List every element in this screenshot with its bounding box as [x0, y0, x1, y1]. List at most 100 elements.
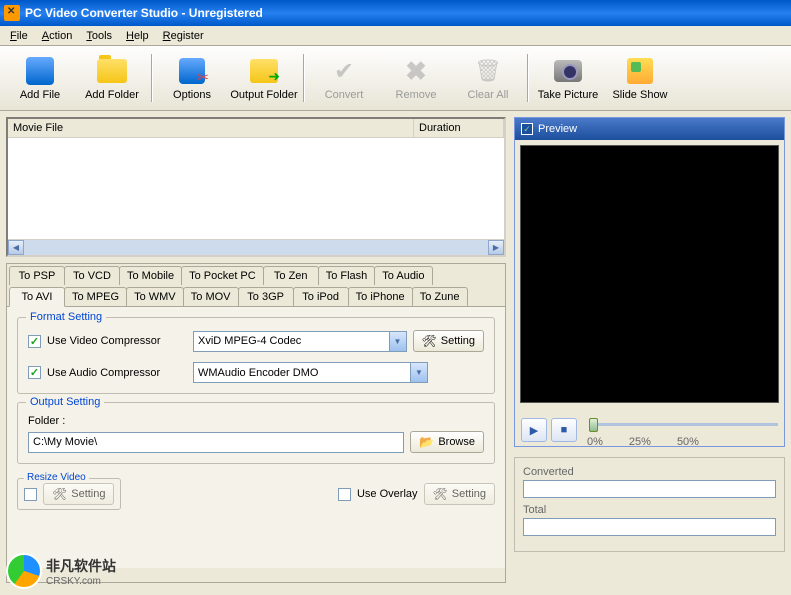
- output-folder-input[interactable]: [28, 432, 404, 453]
- file-list-body[interactable]: [8, 138, 504, 239]
- menu-tools[interactable]: Tools: [80, 28, 118, 44]
- use-overlay-checkbox[interactable]: ✓: [338, 488, 351, 501]
- resize-video-group: Resize Video ✓ 🛠 Setting: [17, 478, 121, 510]
- convert-button[interactable]: ✔ Convert: [308, 48, 380, 108]
- tab-to-flash[interactable]: To Flash: [318, 266, 376, 285]
- wrench-icon: 🛠: [52, 487, 67, 501]
- tab-to-zune[interactable]: To Zune: [412, 287, 468, 306]
- camera-icon: [552, 55, 584, 87]
- column-duration[interactable]: Duration: [414, 119, 504, 137]
- output-folder-icon: [248, 55, 280, 87]
- total-label: Total: [523, 504, 776, 516]
- tab-to-3gp[interactable]: To 3GP: [238, 287, 294, 306]
- browse-button[interactable]: 📂 Browse: [410, 431, 484, 453]
- tab-row-1: To PSP To VCD To Mobile To Pocket PC To …: [9, 266, 505, 285]
- watermark: 非凡软件站 CRSKY.com: [6, 553, 116, 589]
- slideshow-icon: [624, 55, 656, 87]
- folder-label: Folder :: [28, 415, 484, 427]
- resize-setting-button[interactable]: 🛠 Setting: [43, 483, 114, 505]
- tab-to-mobile[interactable]: To Mobile: [119, 266, 182, 285]
- titlebar: PC Video Converter Studio - Unregistered: [0, 0, 791, 26]
- use-video-compressor-label: Use Video Compressor: [47, 335, 187, 347]
- wrench-icon: 🛠: [433, 487, 448, 501]
- converted-progress-bar: [523, 480, 776, 498]
- tab-to-pocket-pc[interactable]: To Pocket PC: [181, 266, 264, 285]
- tab-to-psp[interactable]: To PSP: [9, 266, 65, 285]
- use-audio-compressor-checkbox[interactable]: ✓: [28, 366, 41, 379]
- preview-panel: ✓ Preview ▶ ■ 0% 25% 50%: [514, 117, 785, 447]
- slider-thumb[interactable]: [589, 418, 598, 432]
- file-list: Movie File Duration ◀ ▶: [6, 117, 506, 257]
- use-overlay-label: Use Overlay: [357, 488, 418, 500]
- separator: [527, 54, 529, 102]
- convert-icon: ✔: [328, 55, 360, 87]
- folder-open-icon: 📂: [419, 435, 434, 449]
- tab-to-vcd[interactable]: To VCD: [64, 266, 120, 285]
- tab-body: Format Setting ✓ Use Video Compressor Xv…: [7, 306, 505, 568]
- app-icon: [4, 5, 20, 21]
- play-button[interactable]: ▶: [521, 418, 547, 442]
- preview-controls: ▶ ■ 0% 25% 50%: [515, 408, 784, 452]
- slider-labels: 0% 25% 50%: [587, 436, 778, 448]
- scroll-left-icon[interactable]: ◀: [8, 240, 24, 255]
- remove-button[interactable]: ✖ Remove: [380, 48, 452, 108]
- seek-slider[interactable]: [589, 412, 778, 436]
- scroll-track[interactable]: [24, 240, 488, 255]
- format-tabs: To PSP To VCD To Mobile To Pocket PC To …: [6, 263, 506, 583]
- resize-video-checkbox[interactable]: ✓: [24, 488, 37, 501]
- scroll-right-icon[interactable]: ▶: [488, 240, 504, 255]
- column-movie-file[interactable]: Movie File: [8, 119, 414, 137]
- audio-codec-combo[interactable]: WMAudio Encoder DMO ▼: [193, 362, 428, 383]
- menu-register[interactable]: Register: [157, 28, 210, 44]
- tab-to-iphone[interactable]: To iPhone: [348, 287, 413, 306]
- add-folder-button[interactable]: Add Folder: [76, 48, 148, 108]
- folder-icon: [96, 55, 128, 87]
- wrench-icon: 🛠: [422, 334, 437, 348]
- watermark-logo-icon: [6, 553, 42, 589]
- bottom-options: Resize Video ✓ 🛠 Setting ✓ Use Overlay 🛠…: [17, 472, 495, 510]
- tab-to-ipod[interactable]: To iPod: [293, 287, 349, 306]
- output-folder-button[interactable]: Output Folder: [228, 48, 300, 108]
- preview-video-area: [520, 145, 779, 403]
- take-picture-button[interactable]: Take Picture: [532, 48, 604, 108]
- video-codec-combo[interactable]: XviD MPEG-4 Codec ▼: [193, 331, 407, 352]
- output-setting-group: Output Setting Folder : 📂 Browse: [17, 402, 495, 464]
- tab-to-audio[interactable]: To Audio: [374, 266, 432, 285]
- menu-help[interactable]: Help: [120, 28, 155, 44]
- add-file-button[interactable]: Add File: [4, 48, 76, 108]
- window-title: PC Video Converter Studio - Unregistered: [25, 6, 263, 20]
- video-setting-button[interactable]: 🛠 Setting: [413, 330, 484, 352]
- options-icon: [176, 55, 208, 87]
- stop-button[interactable]: ■: [551, 418, 577, 442]
- clear-icon: 🗑: [472, 55, 504, 87]
- overlay-setting-button[interactable]: 🛠 Setting: [424, 483, 495, 505]
- toolbar: Add File Add Folder Options Output Folde…: [0, 46, 791, 111]
- use-audio-compressor-label: Use Audio Compressor: [47, 367, 187, 379]
- tab-to-mpeg[interactable]: To MPEG: [64, 287, 127, 306]
- menu-action[interactable]: Action: [36, 28, 79, 44]
- horizontal-scrollbar[interactable]: ◀ ▶: [8, 239, 504, 255]
- clear-all-button[interactable]: 🗑 Clear All: [452, 48, 524, 108]
- converted-label: Converted: [523, 466, 776, 478]
- menu-file[interactable]: File: [4, 28, 34, 44]
- menubar: File Action Tools Help Register: [0, 26, 791, 46]
- slide-show-button[interactable]: Slide Show: [604, 48, 676, 108]
- tab-to-wmv[interactable]: To WMV: [126, 287, 184, 306]
- tab-to-avi[interactable]: To AVI: [9, 287, 65, 307]
- preview-checkbox[interactable]: ✓: [521, 123, 533, 135]
- file-list-header: Movie File Duration: [8, 119, 504, 138]
- tab-row-2: To AVI To MPEG To WMV To MOV To 3GP To i…: [9, 287, 505, 306]
- tab-to-mov[interactable]: To MOV: [183, 287, 239, 306]
- preview-label: Preview: [538, 123, 577, 135]
- use-video-compressor-checkbox[interactable]: ✓: [28, 335, 41, 348]
- chevron-down-icon[interactable]: ▼: [389, 332, 406, 351]
- separator: [303, 54, 305, 102]
- chevron-down-icon[interactable]: ▼: [410, 363, 427, 382]
- tab-to-zen[interactable]: To Zen: [263, 266, 319, 285]
- film-icon: [24, 55, 56, 87]
- format-setting-legend: Format Setting: [26, 311, 106, 323]
- options-button[interactable]: Options: [156, 48, 228, 108]
- output-setting-legend: Output Setting: [26, 396, 104, 408]
- format-setting-group: Format Setting ✓ Use Video Compressor Xv…: [17, 317, 495, 394]
- remove-icon: ✖: [400, 55, 432, 87]
